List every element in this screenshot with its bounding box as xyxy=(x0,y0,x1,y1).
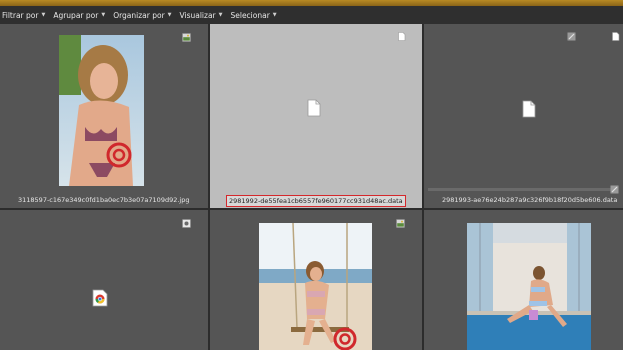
jpg-badge-icon xyxy=(182,27,191,42)
pencil-icon xyxy=(567,26,576,41)
chevron-down-icon: ▼ xyxy=(101,12,106,18)
toolbar: Filtrar por ▼ Agrupar por ▼ Organizar po… xyxy=(0,6,623,25)
filter-label: Filtrar por xyxy=(2,10,39,20)
thumbnail-image xyxy=(467,223,591,350)
sort-menu[interactable]: Organizar por ▼ xyxy=(113,11,171,20)
file-badge-icon xyxy=(611,26,620,41)
file-tile[interactable] xyxy=(0,210,208,350)
file-tile[interactable]: 3118597-c167e349c0fd1ba0ec7b3e07a7109d92… xyxy=(0,24,208,208)
file-tile[interactable]: 2981993-ae76e24b287a9c326f9b18f20d5be606… xyxy=(424,24,623,208)
select-menu[interactable]: Selecionar ▼ xyxy=(230,11,276,20)
file-tile[interactable] xyxy=(424,210,623,350)
rename-input[interactable]: 2981992-de55fea1cb6557fe960177cc931d48ac… xyxy=(226,195,406,207)
generic-file-icon xyxy=(522,100,536,122)
file-tile[interactable] xyxy=(210,210,422,350)
chevron-down-icon: ▼ xyxy=(272,12,277,18)
generic-file-icon xyxy=(307,99,321,121)
view-menu[interactable]: Visualizar ▼ xyxy=(180,11,223,20)
chevron-down-icon: ▼ xyxy=(218,12,223,18)
chevron-down-icon: ▼ xyxy=(41,12,46,18)
file-name-label: 2981993-ae76e24b287a9c326f9b18f20d5be606… xyxy=(442,196,618,204)
file-name-label: 3118597-c167e349c0fd1ba0ec7b3e07a7109d92… xyxy=(18,196,190,204)
group-menu[interactable]: Agrupar por ▼ xyxy=(53,11,105,20)
pencil-icon xyxy=(610,179,619,194)
group-label: Agrupar por xyxy=(53,10,99,20)
filter-menu[interactable]: Filtrar por ▼ xyxy=(2,11,45,20)
file-badge-icon xyxy=(397,26,406,41)
select-label: Selecionar xyxy=(230,10,270,20)
view-label: Visualizar xyxy=(179,10,216,20)
chevron-down-icon: ▼ xyxy=(167,12,172,18)
thumbnail-image xyxy=(259,223,372,350)
sort-label: Organizar por xyxy=(113,10,165,20)
chrome-document-icon xyxy=(92,289,108,311)
thumbnail-image xyxy=(59,35,144,186)
jpg-badge-icon xyxy=(396,213,405,228)
progress-track xyxy=(428,188,618,191)
file-grid: 3118597-c167e349c0fd1ba0ec7b3e07a7109d92… xyxy=(0,24,623,350)
file-badge-icon xyxy=(182,213,191,228)
file-tile-selected[interactable]: 2981992-de55fea1cb6557fe960177cc931d48ac… xyxy=(210,24,422,208)
